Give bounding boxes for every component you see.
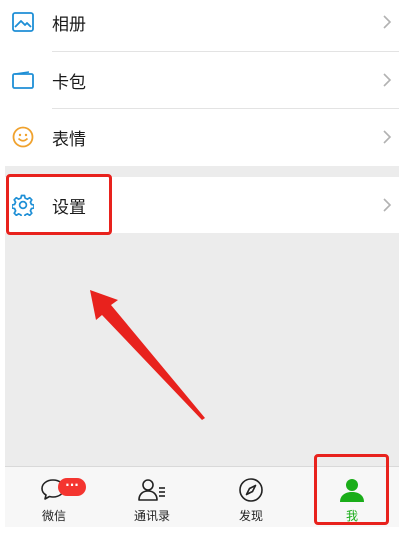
chevron-right-icon [383,198,392,212]
card-wallet-icon [11,68,35,92]
menu-item-label: 相册 [52,14,86,35]
chevron-right-icon [383,130,392,144]
tab-label: 微信 [41,509,66,523]
menu-item-label: 卡包 [52,72,86,93]
menu-item-album[interactable]: 相册 [5,0,399,50]
settings-highlight-box [6,174,112,235]
unread-badge: ··· [58,478,86,496]
menu-group-main: 相册 卡包 表情 [5,0,399,166]
compass-icon [239,478,263,502]
tab-chats[interactable]: ··· 微信 [5,467,103,527]
tab-label: 发现 [238,509,263,523]
menu-item-label: 表情 [52,129,86,150]
menu-item-stickers[interactable]: 表情 [5,109,399,165]
contacts-icon [138,479,165,501]
chevron-right-icon [383,73,392,87]
smiley-icon [11,125,35,149]
tab-contacts[interactable]: 通讯录 [103,467,201,527]
me-tab-highlight-box [314,454,389,525]
tab-discover[interactable]: 发现 [202,467,300,527]
menu-item-card-wallet[interactable]: 卡包 [5,52,399,108]
chevron-right-icon [383,15,392,29]
me-page: 相册 卡包 表情 设置 ··· 微信 通讯录 发现 我 [5,0,399,527]
photo-icon [11,10,35,34]
tab-label: 通讯录 [133,509,170,523]
